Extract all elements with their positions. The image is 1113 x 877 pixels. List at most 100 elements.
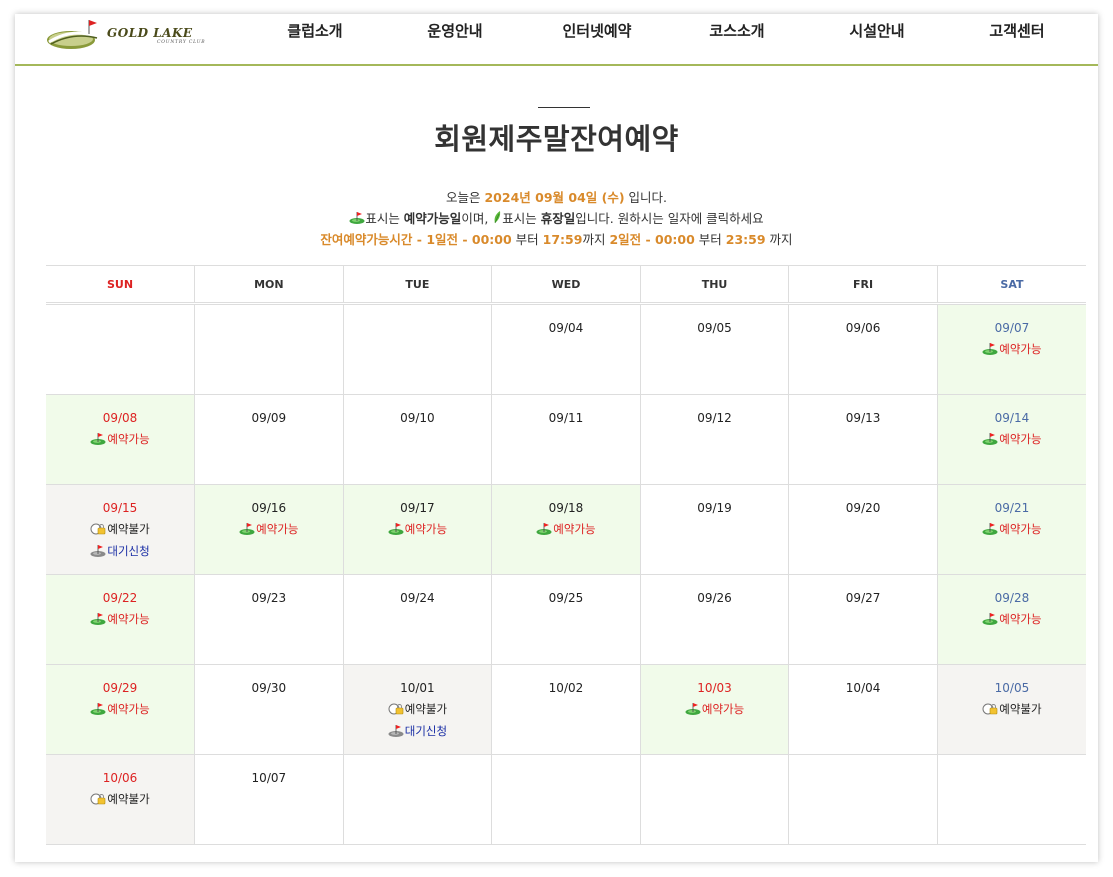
calendar-empty-cell xyxy=(788,754,938,845)
day-date: 09/12 xyxy=(697,411,732,425)
day-date: 10/03 xyxy=(697,681,732,695)
calendar-day-cell[interactable]: 09/16 예약가능 xyxy=(194,484,344,575)
legend-available: 예약가능일 xyxy=(403,211,462,226)
reserve-available-link[interactable]: 예약가능 xyxy=(938,430,1086,448)
status-label: 예약가능 xyxy=(107,432,150,446)
reserve-available-link[interactable]: 예약가능 xyxy=(46,700,194,718)
calendar-day-cell: 09/27 xyxy=(788,574,938,665)
calendar-day-cell: 09/13 xyxy=(788,394,938,485)
weekday-mon: MON xyxy=(194,265,344,305)
calendar-day-cell: 09/30 xyxy=(194,664,344,755)
day-date: 09/26 xyxy=(697,591,732,605)
calendar-day-cell[interactable]: 10/06 예약불가 xyxy=(46,754,196,845)
legend-text-3: 표시는 xyxy=(502,211,541,226)
reserve-available-link[interactable]: 예약가능 xyxy=(46,430,194,448)
reserve-unavailable-label: 예약불가 xyxy=(344,700,492,718)
calendar-day-cell: 09/24 xyxy=(343,574,493,665)
weekday-fri: FRI xyxy=(788,265,938,305)
today-info: 오늘은 2024년 09월 04일 (수) 입니다. xyxy=(15,187,1098,206)
legend-info: 표시는 예약가능일이며, 표시는 휴장일입니다. 원하시는 일자에 클릭하세요 xyxy=(15,208,1098,227)
day-date: 09/29 xyxy=(102,681,138,695)
nav-club-intro[interactable]: 클럽소개 xyxy=(245,20,385,41)
calendar-day-cell[interactable]: 10/05 예약불가 xyxy=(937,664,1086,755)
calendar-day-cell[interactable]: 09/15 예약불가 대기신청 xyxy=(46,484,196,575)
reserve-available-link[interactable]: 예약가능 xyxy=(46,610,194,628)
calendar-empty-cell xyxy=(46,303,196,395)
calendar-day-cell: 09/09 xyxy=(194,394,344,485)
today-suffix: 입니다. xyxy=(624,190,667,205)
calendar-day-cell[interactable]: 09/28 예약가능 xyxy=(937,574,1086,665)
header: GOLD LAKE COUNTRY CLUB 클럽소개 운영안내 인터넷예약 코… xyxy=(15,14,1098,66)
rule-text: 부터 xyxy=(694,232,726,247)
reserve-available-link[interactable]: 예약가능 xyxy=(641,700,789,718)
calendar-day-cell[interactable]: 09/21 예약가능 xyxy=(937,484,1086,575)
day-date: 10/01 xyxy=(400,681,435,695)
weekday-thu: THU xyxy=(640,265,790,305)
calendar-day-cell[interactable]: 10/01 예약불가대기신청 xyxy=(343,664,493,755)
calendar-day-cell[interactable]: 09/17 예약가능 xyxy=(343,484,493,575)
status-label: 예약가능 xyxy=(107,612,150,626)
reserve-available-link[interactable]: 예약가능 xyxy=(938,610,1086,628)
reserve-available-link[interactable]: 예약가능 xyxy=(344,520,492,538)
legend-text-2: 이며, xyxy=(461,211,489,226)
calendar-week-row: 09/22 예약가능 09/23 09/24 09/25 09/26 09/27 09/28 예… xyxy=(46,574,1086,665)
golf-flag-icon xyxy=(239,523,255,535)
weekday-wed: WED xyxy=(491,265,641,305)
rule-time: 23:59 xyxy=(725,232,766,247)
calendar-empty-cell xyxy=(343,303,493,395)
calendar-day-cell[interactable]: 09/29 예약가능 xyxy=(46,664,196,755)
today-date: 2024년 09월 04일 (수) xyxy=(484,190,625,205)
golf-flag-icon xyxy=(536,523,552,535)
waitlist-request-link[interactable]: 대기신청 xyxy=(46,542,194,560)
calendar-day-cell: 09/05 xyxy=(640,303,790,395)
day-date: 09/05 xyxy=(697,321,732,335)
status-label: 예약불가 xyxy=(107,792,150,806)
reserve-available-link[interactable]: 예약가능 xyxy=(195,520,343,538)
weekday-sat: SAT xyxy=(937,265,1086,305)
nav-operation[interactable]: 운영안내 xyxy=(385,20,525,41)
calendar-day-cell[interactable]: 09/08 예약가능 xyxy=(46,394,196,485)
calendar-empty-cell xyxy=(937,754,1086,845)
reserve-unavailable-label: 예약불가 xyxy=(46,520,194,538)
day-date: 10/05 xyxy=(994,681,1030,695)
reserve-available-link[interactable]: 예약가능 xyxy=(938,340,1086,358)
status-label: 예약가능 xyxy=(553,522,596,536)
nav-reservation[interactable]: 인터넷예약 xyxy=(527,20,667,41)
status-label: 예약가능 xyxy=(107,702,150,716)
nav-course-intro[interactable]: 코스소개 xyxy=(667,20,807,41)
weekday-tue: TUE xyxy=(343,265,493,305)
golf-flag-icon xyxy=(982,433,998,445)
waitlist-request-link[interactable]: 대기신청 xyxy=(344,722,492,740)
calendar-day-cell[interactable]: 09/14 예약가능 xyxy=(937,394,1086,485)
calendar-day-cell: 09/20 xyxy=(788,484,938,575)
reserve-available-link[interactable]: 예약가능 xyxy=(492,520,640,538)
reserve-unavailable-label: 예약불가 xyxy=(46,790,194,808)
calendar-day-cell[interactable]: 09/07 예약가능 xyxy=(937,303,1086,395)
day-date: 09/13 xyxy=(845,411,881,425)
nav-facilities[interactable]: 시설안내 xyxy=(807,20,947,41)
day-date: 09/21 xyxy=(994,501,1030,515)
lock-ball-icon xyxy=(90,523,106,535)
day-date: 09/09 xyxy=(251,411,287,425)
day-date: 09/14 xyxy=(994,411,1030,425)
gold-lake-logo[interactable]: GOLD LAKE COUNTRY CLUB xyxy=(45,18,215,58)
status-label: 대기신청 xyxy=(404,724,448,738)
calendar-day-cell[interactable]: 10/03 예약가능 xyxy=(640,664,790,755)
calendar-day-cell[interactable]: 09/18 예약가능 xyxy=(491,484,641,575)
rule-time: 2일전 - 00:00 xyxy=(609,232,695,247)
day-date: 09/17 xyxy=(400,501,435,515)
golf-flag-icon xyxy=(90,703,106,715)
calendar-day-cell: 09/04 xyxy=(491,303,641,395)
rule-text: 부터 xyxy=(511,232,543,247)
day-date: 10/07 xyxy=(251,771,287,785)
calendar-day-cell[interactable]: 09/22 예약가능 xyxy=(46,574,196,665)
calendar-day-cell: 09/06 xyxy=(788,303,938,395)
calendar-week-row: 09/04 09/05 09/06 09/07 예약가능 xyxy=(46,303,1086,395)
status-label: 예약가능 xyxy=(701,702,745,716)
page: GOLD LAKE COUNTRY CLUB 클럽소개 운영안내 인터넷예약 코… xyxy=(15,14,1098,862)
nav-customer-center[interactable]: 고객센터 xyxy=(947,20,1087,41)
reserve-available-link[interactable]: 예약가능 xyxy=(938,520,1086,538)
day-date: 09/28 xyxy=(994,591,1030,605)
calendar-empty-cell xyxy=(343,754,493,845)
day-date: 10/04 xyxy=(845,681,881,695)
